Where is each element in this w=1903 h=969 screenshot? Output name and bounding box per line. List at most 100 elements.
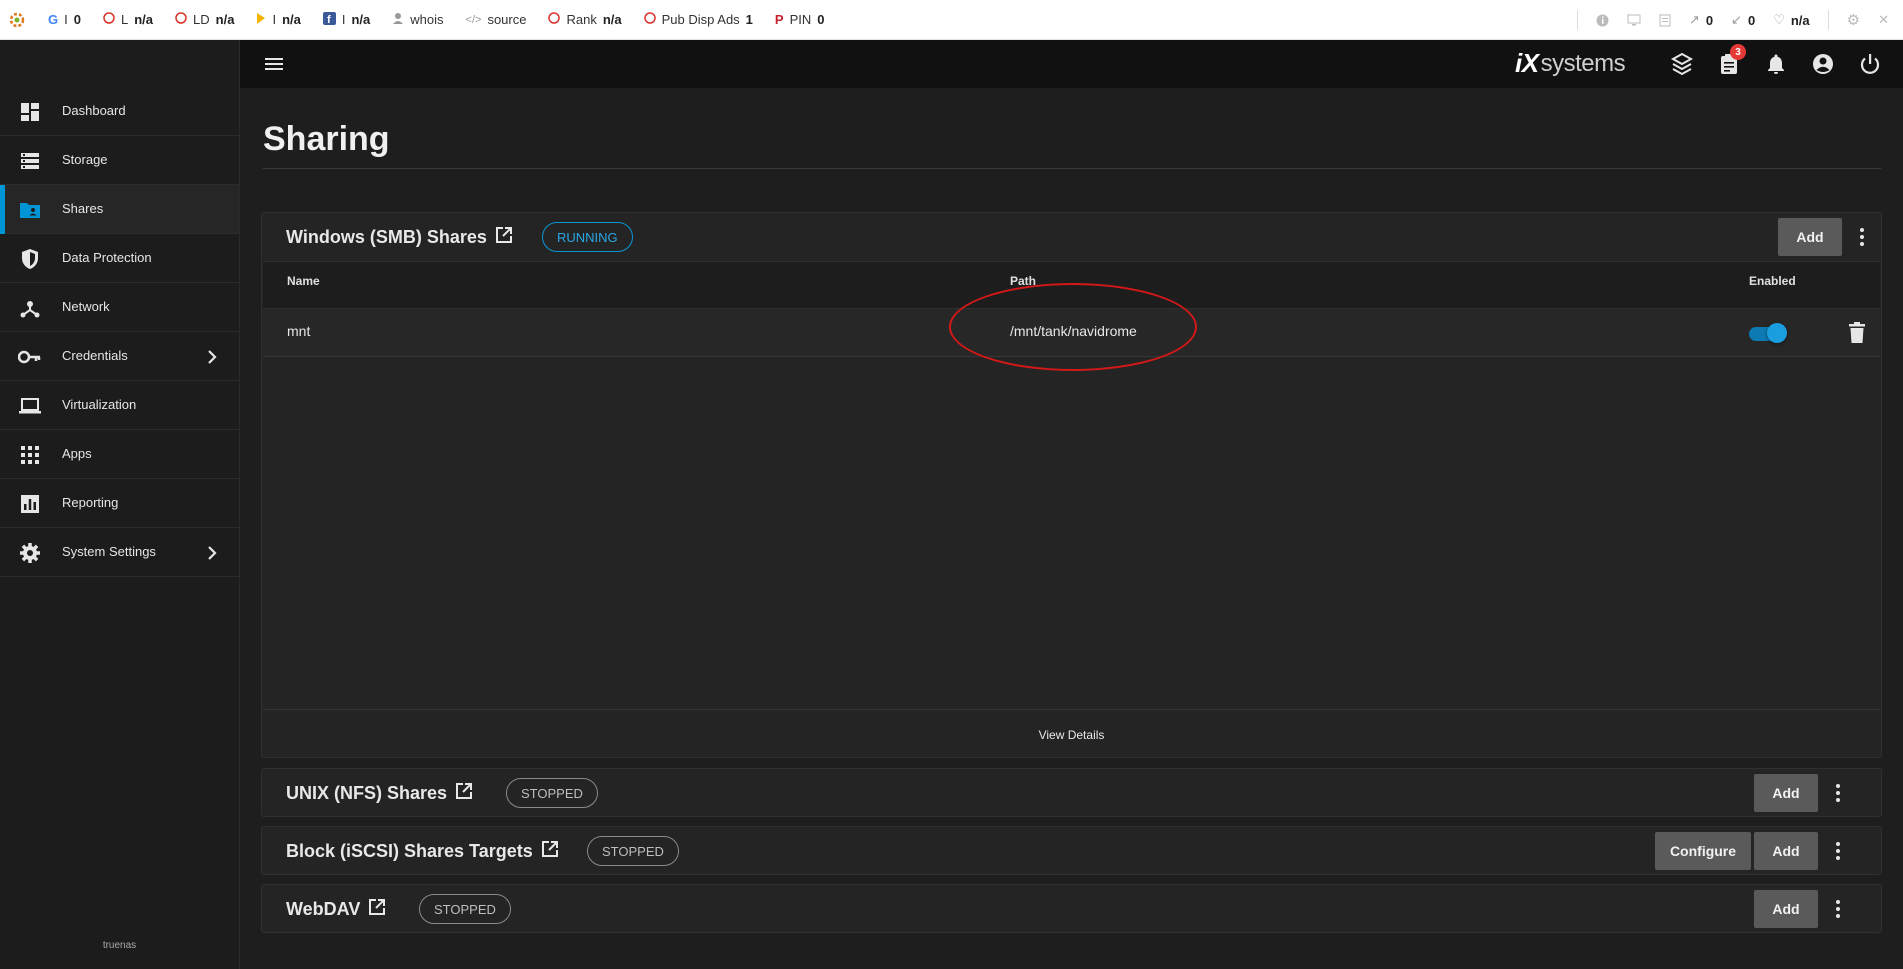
view-details-link[interactable]: View Details <box>263 728 1880 742</box>
share-path: /mnt/tank/navidrome <box>1010 323 1137 339</box>
sidebar-item-reporting[interactable]: Reporting <box>0 479 239 528</box>
more-vert-icon[interactable] <box>1826 897 1850 921</box>
table-row[interactable]: mnt /mnt/tank/navidrome <box>263 309 1880 357</box>
chevron-right-icon <box>200 345 224 369</box>
external-links-count[interactable]: ↗ 0 <box>1689 12 1713 28</box>
share-name: mnt <box>287 323 311 339</box>
smb-shares-card: Windows (SMB) Shares RUNNING Add Name Pa… <box>261 212 1882 758</box>
sidebar-item-apps[interactable]: Apps <box>0 430 239 479</box>
hostname-label: truenas <box>102 940 137 951</box>
key-icon <box>18 345 42 369</box>
power-icon[interactable] <box>1858 52 1882 76</box>
internal-links-count[interactable]: ↙ 0 <box>1731 12 1755 28</box>
status-badge: STOPPED <box>506 778 598 808</box>
add-webdav-share-button[interactable]: Add <box>1754 890 1818 928</box>
seo-google-index[interactable]: G I 0 <box>48 12 81 27</box>
more-vert-icon[interactable] <box>1826 839 1850 863</box>
account-circle-icon[interactable] <box>1811 52 1835 76</box>
more-vert-icon[interactable] <box>1826 781 1850 805</box>
nfs-card-title[interactable]: UNIX (NFS) Shares <box>286 782 473 805</box>
smb-card-title[interactable]: Windows (SMB) Shares <box>286 226 513 249</box>
seo-bing-index[interactable]: In/a <box>256 12 301 28</box>
open-in-new-icon[interactable] <box>541 840 559 863</box>
bing-icon <box>256 12 266 28</box>
seo-links[interactable]: Ln/a <box>103 12 153 27</box>
code-icon: </> <box>465 13 482 26</box>
heart-icon: ♡ <box>1773 12 1785 27</box>
add-nfs-share-button[interactable]: Add <box>1754 774 1818 812</box>
sidebar-item-virtualization[interactable]: Virtualization <box>0 381 239 430</box>
google-icon: G <box>48 12 59 27</box>
truecommand-icon[interactable] <box>1670 52 1694 76</box>
iscsi-shares-card: Block (iSCSI) Shares Targets STOPPED Con… <box>261 826 1882 875</box>
seoquake-logo-icon[interactable] <box>8 11 26 29</box>
person-icon <box>392 12 404 27</box>
sidebar-item-storage[interactable]: Storage <box>0 136 239 185</box>
toggle-knob <box>1767 323 1787 343</box>
facebook-icon: f <box>322 11 336 28</box>
folder-shared-icon <box>18 198 42 222</box>
sidebar-item-network[interactable]: Network <box>0 283 239 332</box>
page-icon[interactable] <box>1659 14 1671 27</box>
ixsystems-logo[interactable]: iX systems <box>1515 48 1626 79</box>
more-vert-icon[interactable] <box>1850 225 1874 249</box>
seo-pub-ads[interactable]: Pub Disp Ads 1 <box>643 12 753 27</box>
page-title: Sharing <box>263 120 390 158</box>
seo-rank[interactable]: Rank n/a <box>548 12 622 27</box>
circle-icon <box>103 12 115 27</box>
dashboard-icon <box>18 100 42 124</box>
add-iscsi-target-button[interactable]: Add <box>1754 832 1818 870</box>
top-header: iX systems 3 <box>240 40 1903 88</box>
storage-icon <box>18 149 42 173</box>
divider <box>263 168 1881 169</box>
settings-gear-icon[interactable]: ⚙ <box>1847 11 1860 29</box>
sidebar-item-shares[interactable]: Shares <box>0 185 239 234</box>
sidebar: Dashboard Storage Shares Data Protection… <box>0 40 240 969</box>
open-in-new-icon[interactable] <box>368 898 386 921</box>
column-header-path[interactable]: Path <box>1010 274 1036 288</box>
seo-facebook[interactable]: f In/a <box>322 11 370 28</box>
health-score[interactable]: ♡ n/a <box>1773 12 1809 28</box>
gear-icon <box>18 541 42 565</box>
configure-iscsi-button[interactable]: Configure <box>1655 832 1751 870</box>
column-header-name[interactable]: Name <box>287 274 320 288</box>
sidebar-item-system-settings[interactable]: System Settings <box>0 528 239 577</box>
pinterest-icon: P <box>774 12 784 27</box>
seo-pinterest[interactable]: P PIN 0 <box>775 12 825 27</box>
card-header: Windows (SMB) Shares RUNNING Add <box>262 213 1881 261</box>
iscsi-card-title[interactable]: Block (iSCSI) Shares Targets <box>286 840 559 863</box>
svg-text:f: f <box>327 14 331 25</box>
status-badge: STOPPED <box>419 894 511 924</box>
webdav-card-title[interactable]: WebDAV <box>286 898 386 921</box>
webdav-shares-card: WebDAV STOPPED Add <box>261 884 1882 933</box>
monitor-icon[interactable] <box>1627 14 1641 26</box>
network-icon <box>18 296 42 320</box>
card-header: UNIX (NFS) Shares STOPPED Add <box>262 769 1881 817</box>
add-smb-share-button[interactable]: Add <box>1778 218 1842 256</box>
card-header: Block (iSCSI) Shares Targets STOPPED Con… <box>262 827 1881 875</box>
chevron-right-icon <box>200 541 224 565</box>
hamburger-menu-icon[interactable] <box>262 52 286 76</box>
active-indicator <box>0 185 5 234</box>
seo-source[interactable]: </> source <box>466 12 527 27</box>
close-icon[interactable]: ✕ <box>1878 12 1889 28</box>
card-header: WebDAV STOPPED Add <box>262 885 1881 933</box>
info-icon[interactable] <box>1596 14 1609 27</box>
status-badge: RUNNING <box>542 222 633 252</box>
tasks-count-badge: 3 <box>1730 44 1746 60</box>
laptop-icon <box>18 394 42 418</box>
open-in-new-icon[interactable] <box>455 782 473 805</box>
status-badge: STOPPED <box>587 836 679 866</box>
open-in-new-icon[interactable] <box>495 226 513 249</box>
card-footer: View Details <box>263 709 1880 758</box>
bell-icon[interactable] <box>1764 52 1788 76</box>
circle-icon <box>175 12 187 27</box>
seo-whois[interactable]: whois <box>392 12 444 27</box>
enabled-toggle[interactable] <box>1749 323 1787 343</box>
column-header-enabled[interactable]: Enabled <box>1749 274 1796 288</box>
delete-icon[interactable] <box>1846 321 1868 345</box>
sidebar-item-dashboard[interactable]: Dashboard <box>0 87 239 136</box>
seo-linking-domains[interactable]: LD n/a <box>175 12 234 27</box>
sidebar-item-credentials[interactable]: Credentials <box>0 332 239 381</box>
sidebar-item-data-protection[interactable]: Data Protection <box>0 234 239 283</box>
